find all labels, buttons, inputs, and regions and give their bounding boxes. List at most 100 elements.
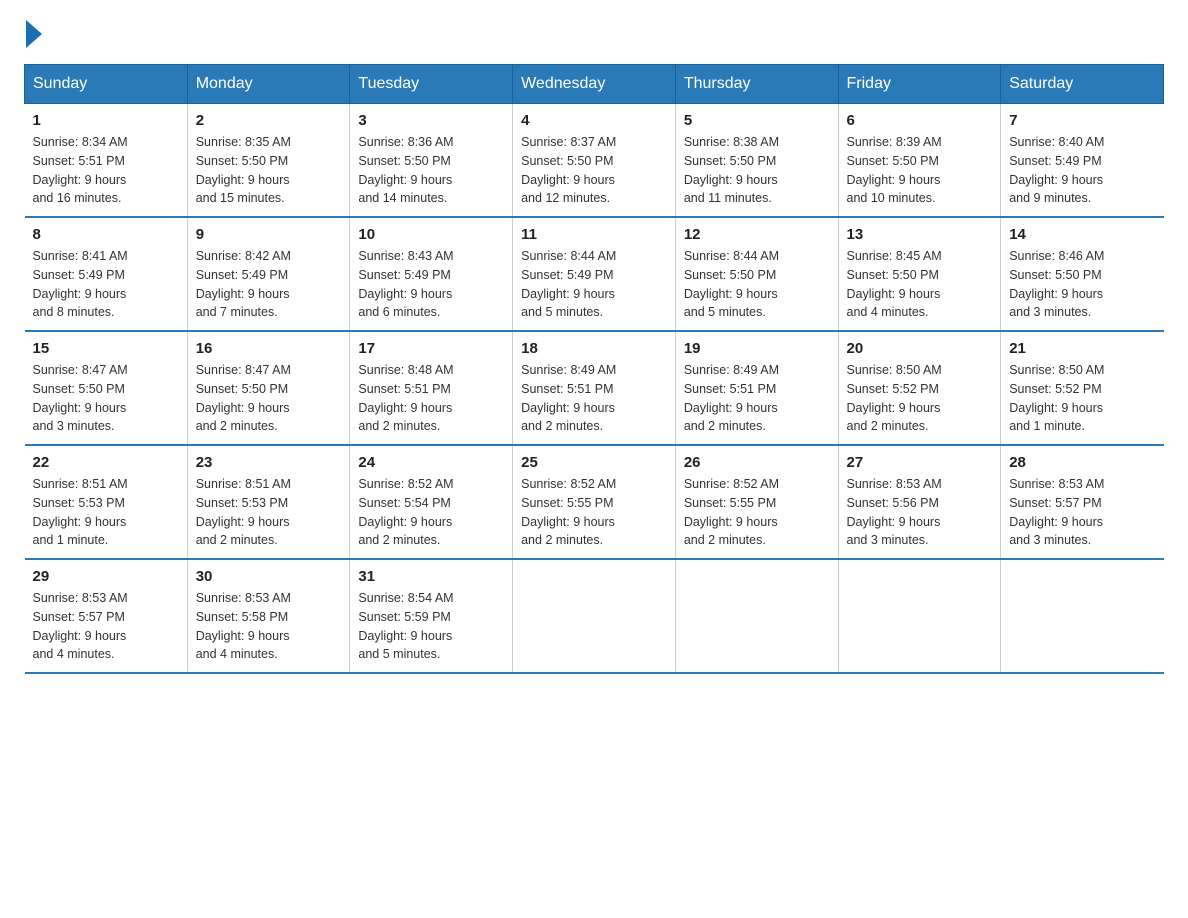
day-info: Sunrise: 8:53 AMSunset: 5:57 PMDaylight:… bbox=[33, 591, 128, 661]
day-info: Sunrise: 8:44 AMSunset: 5:49 PMDaylight:… bbox=[521, 249, 616, 319]
day-cell: 22 Sunrise: 8:51 AMSunset: 5:53 PMDaylig… bbox=[25, 445, 188, 559]
day-cell: 15 Sunrise: 8:47 AMSunset: 5:50 PMDaylig… bbox=[25, 331, 188, 445]
day-number: 5 bbox=[684, 112, 830, 129]
day-cell: 23 Sunrise: 8:51 AMSunset: 5:53 PMDaylig… bbox=[187, 445, 350, 559]
day-number: 31 bbox=[358, 568, 504, 585]
week-row-4: 22 Sunrise: 8:51 AMSunset: 5:53 PMDaylig… bbox=[25, 445, 1164, 559]
day-info: Sunrise: 8:53 AMSunset: 5:57 PMDaylight:… bbox=[1009, 477, 1104, 547]
day-info: Sunrise: 8:44 AMSunset: 5:50 PMDaylight:… bbox=[684, 249, 779, 319]
day-number: 24 bbox=[358, 454, 504, 471]
day-info: Sunrise: 8:40 AMSunset: 5:49 PMDaylight:… bbox=[1009, 135, 1104, 205]
calendar-header: SundayMondayTuesdayWednesdayThursdayFrid… bbox=[25, 65, 1164, 104]
day-info: Sunrise: 8:39 AMSunset: 5:50 PMDaylight:… bbox=[847, 135, 942, 205]
day-info: Sunrise: 8:36 AMSunset: 5:50 PMDaylight:… bbox=[358, 135, 453, 205]
week-row-2: 8 Sunrise: 8:41 AMSunset: 5:49 PMDayligh… bbox=[25, 217, 1164, 331]
week-row-5: 29 Sunrise: 8:53 AMSunset: 5:57 PMDaylig… bbox=[25, 559, 1164, 673]
header-cell-sunday: Sunday bbox=[25, 65, 188, 104]
day-info: Sunrise: 8:34 AMSunset: 5:51 PMDaylight:… bbox=[33, 135, 128, 205]
header-cell-wednesday: Wednesday bbox=[513, 65, 676, 104]
calendar-body: 1 Sunrise: 8:34 AMSunset: 5:51 PMDayligh… bbox=[25, 104, 1164, 674]
day-cell: 20 Sunrise: 8:50 AMSunset: 5:52 PMDaylig… bbox=[838, 331, 1001, 445]
day-cell: 19 Sunrise: 8:49 AMSunset: 5:51 PMDaylig… bbox=[675, 331, 838, 445]
calendar-table: SundayMondayTuesdayWednesdayThursdayFrid… bbox=[24, 64, 1164, 674]
day-cell: 3 Sunrise: 8:36 AMSunset: 5:50 PMDayligh… bbox=[350, 104, 513, 218]
day-number: 26 bbox=[684, 454, 830, 471]
day-cell: 24 Sunrise: 8:52 AMSunset: 5:54 PMDaylig… bbox=[350, 445, 513, 559]
day-info: Sunrise: 8:43 AMSunset: 5:49 PMDaylight:… bbox=[358, 249, 453, 319]
day-cell: 26 Sunrise: 8:52 AMSunset: 5:55 PMDaylig… bbox=[675, 445, 838, 559]
day-number: 27 bbox=[847, 454, 993, 471]
day-number: 22 bbox=[33, 454, 179, 471]
day-info: Sunrise: 8:52 AMSunset: 5:54 PMDaylight:… bbox=[358, 477, 453, 547]
day-number: 12 bbox=[684, 226, 830, 243]
day-info: Sunrise: 8:35 AMSunset: 5:50 PMDaylight:… bbox=[196, 135, 291, 205]
day-number: 21 bbox=[1009, 340, 1155, 357]
day-info: Sunrise: 8:49 AMSunset: 5:51 PMDaylight:… bbox=[521, 363, 616, 433]
day-cell: 12 Sunrise: 8:44 AMSunset: 5:50 PMDaylig… bbox=[675, 217, 838, 331]
day-number: 15 bbox=[33, 340, 179, 357]
day-info: Sunrise: 8:38 AMSunset: 5:50 PMDaylight:… bbox=[684, 135, 779, 205]
day-cell: 11 Sunrise: 8:44 AMSunset: 5:49 PMDaylig… bbox=[513, 217, 676, 331]
day-cell: 1 Sunrise: 8:34 AMSunset: 5:51 PMDayligh… bbox=[25, 104, 188, 218]
day-info: Sunrise: 8:51 AMSunset: 5:53 PMDaylight:… bbox=[33, 477, 128, 547]
day-cell: 5 Sunrise: 8:38 AMSunset: 5:50 PMDayligh… bbox=[675, 104, 838, 218]
day-info: Sunrise: 8:49 AMSunset: 5:51 PMDaylight:… bbox=[684, 363, 779, 433]
day-number: 8 bbox=[33, 226, 179, 243]
day-number: 18 bbox=[521, 340, 667, 357]
day-info: Sunrise: 8:41 AMSunset: 5:49 PMDaylight:… bbox=[33, 249, 128, 319]
day-number: 6 bbox=[847, 112, 993, 129]
day-cell: 28 Sunrise: 8:53 AMSunset: 5:57 PMDaylig… bbox=[1001, 445, 1164, 559]
day-number: 17 bbox=[358, 340, 504, 357]
day-info: Sunrise: 8:45 AMSunset: 5:50 PMDaylight:… bbox=[847, 249, 942, 319]
day-number: 14 bbox=[1009, 226, 1155, 243]
day-number: 2 bbox=[196, 112, 342, 129]
day-info: Sunrise: 8:54 AMSunset: 5:59 PMDaylight:… bbox=[358, 591, 453, 661]
logo bbox=[24, 24, 42, 48]
day-cell bbox=[838, 559, 1001, 673]
day-cell: 4 Sunrise: 8:37 AMSunset: 5:50 PMDayligh… bbox=[513, 104, 676, 218]
week-row-1: 1 Sunrise: 8:34 AMSunset: 5:51 PMDayligh… bbox=[25, 104, 1164, 218]
day-number: 25 bbox=[521, 454, 667, 471]
header-cell-friday: Friday bbox=[838, 65, 1001, 104]
day-cell: 30 Sunrise: 8:53 AMSunset: 5:58 PMDaylig… bbox=[187, 559, 350, 673]
day-number: 4 bbox=[521, 112, 667, 129]
header-cell-monday: Monday bbox=[187, 65, 350, 104]
day-info: Sunrise: 8:50 AMSunset: 5:52 PMDaylight:… bbox=[847, 363, 942, 433]
day-cell bbox=[513, 559, 676, 673]
day-info: Sunrise: 8:48 AMSunset: 5:51 PMDaylight:… bbox=[358, 363, 453, 433]
day-number: 11 bbox=[521, 226, 667, 243]
day-number: 30 bbox=[196, 568, 342, 585]
header-cell-saturday: Saturday bbox=[1001, 65, 1164, 104]
day-number: 10 bbox=[358, 226, 504, 243]
day-cell: 7 Sunrise: 8:40 AMSunset: 5:49 PMDayligh… bbox=[1001, 104, 1164, 218]
day-cell: 14 Sunrise: 8:46 AMSunset: 5:50 PMDaylig… bbox=[1001, 217, 1164, 331]
header-cell-tuesday: Tuesday bbox=[350, 65, 513, 104]
day-number: 16 bbox=[196, 340, 342, 357]
day-cell: 27 Sunrise: 8:53 AMSunset: 5:56 PMDaylig… bbox=[838, 445, 1001, 559]
logo-triangle-icon bbox=[26, 20, 42, 48]
day-cell: 10 Sunrise: 8:43 AMSunset: 5:49 PMDaylig… bbox=[350, 217, 513, 331]
day-number: 7 bbox=[1009, 112, 1155, 129]
day-info: Sunrise: 8:47 AMSunset: 5:50 PMDaylight:… bbox=[33, 363, 128, 433]
day-cell: 25 Sunrise: 8:52 AMSunset: 5:55 PMDaylig… bbox=[513, 445, 676, 559]
day-cell bbox=[675, 559, 838, 673]
day-number: 29 bbox=[33, 568, 179, 585]
day-cell: 13 Sunrise: 8:45 AMSunset: 5:50 PMDaylig… bbox=[838, 217, 1001, 331]
day-info: Sunrise: 8:47 AMSunset: 5:50 PMDaylight:… bbox=[196, 363, 291, 433]
day-info: Sunrise: 8:52 AMSunset: 5:55 PMDaylight:… bbox=[521, 477, 616, 547]
day-cell: 6 Sunrise: 8:39 AMSunset: 5:50 PMDayligh… bbox=[838, 104, 1001, 218]
day-info: Sunrise: 8:46 AMSunset: 5:50 PMDaylight:… bbox=[1009, 249, 1104, 319]
day-number: 20 bbox=[847, 340, 993, 357]
day-cell: 17 Sunrise: 8:48 AMSunset: 5:51 PMDaylig… bbox=[350, 331, 513, 445]
day-info: Sunrise: 8:37 AMSunset: 5:50 PMDaylight:… bbox=[521, 135, 616, 205]
day-info: Sunrise: 8:53 AMSunset: 5:56 PMDaylight:… bbox=[847, 477, 942, 547]
day-cell: 8 Sunrise: 8:41 AMSunset: 5:49 PMDayligh… bbox=[25, 217, 188, 331]
day-number: 1 bbox=[33, 112, 179, 129]
header-row: SundayMondayTuesdayWednesdayThursdayFrid… bbox=[25, 65, 1164, 104]
day-info: Sunrise: 8:42 AMSunset: 5:49 PMDaylight:… bbox=[196, 249, 291, 319]
day-cell: 16 Sunrise: 8:47 AMSunset: 5:50 PMDaylig… bbox=[187, 331, 350, 445]
day-cell: 31 Sunrise: 8:54 AMSunset: 5:59 PMDaylig… bbox=[350, 559, 513, 673]
header-cell-thursday: Thursday bbox=[675, 65, 838, 104]
day-info: Sunrise: 8:50 AMSunset: 5:52 PMDaylight:… bbox=[1009, 363, 1104, 433]
day-info: Sunrise: 8:53 AMSunset: 5:58 PMDaylight:… bbox=[196, 591, 291, 661]
